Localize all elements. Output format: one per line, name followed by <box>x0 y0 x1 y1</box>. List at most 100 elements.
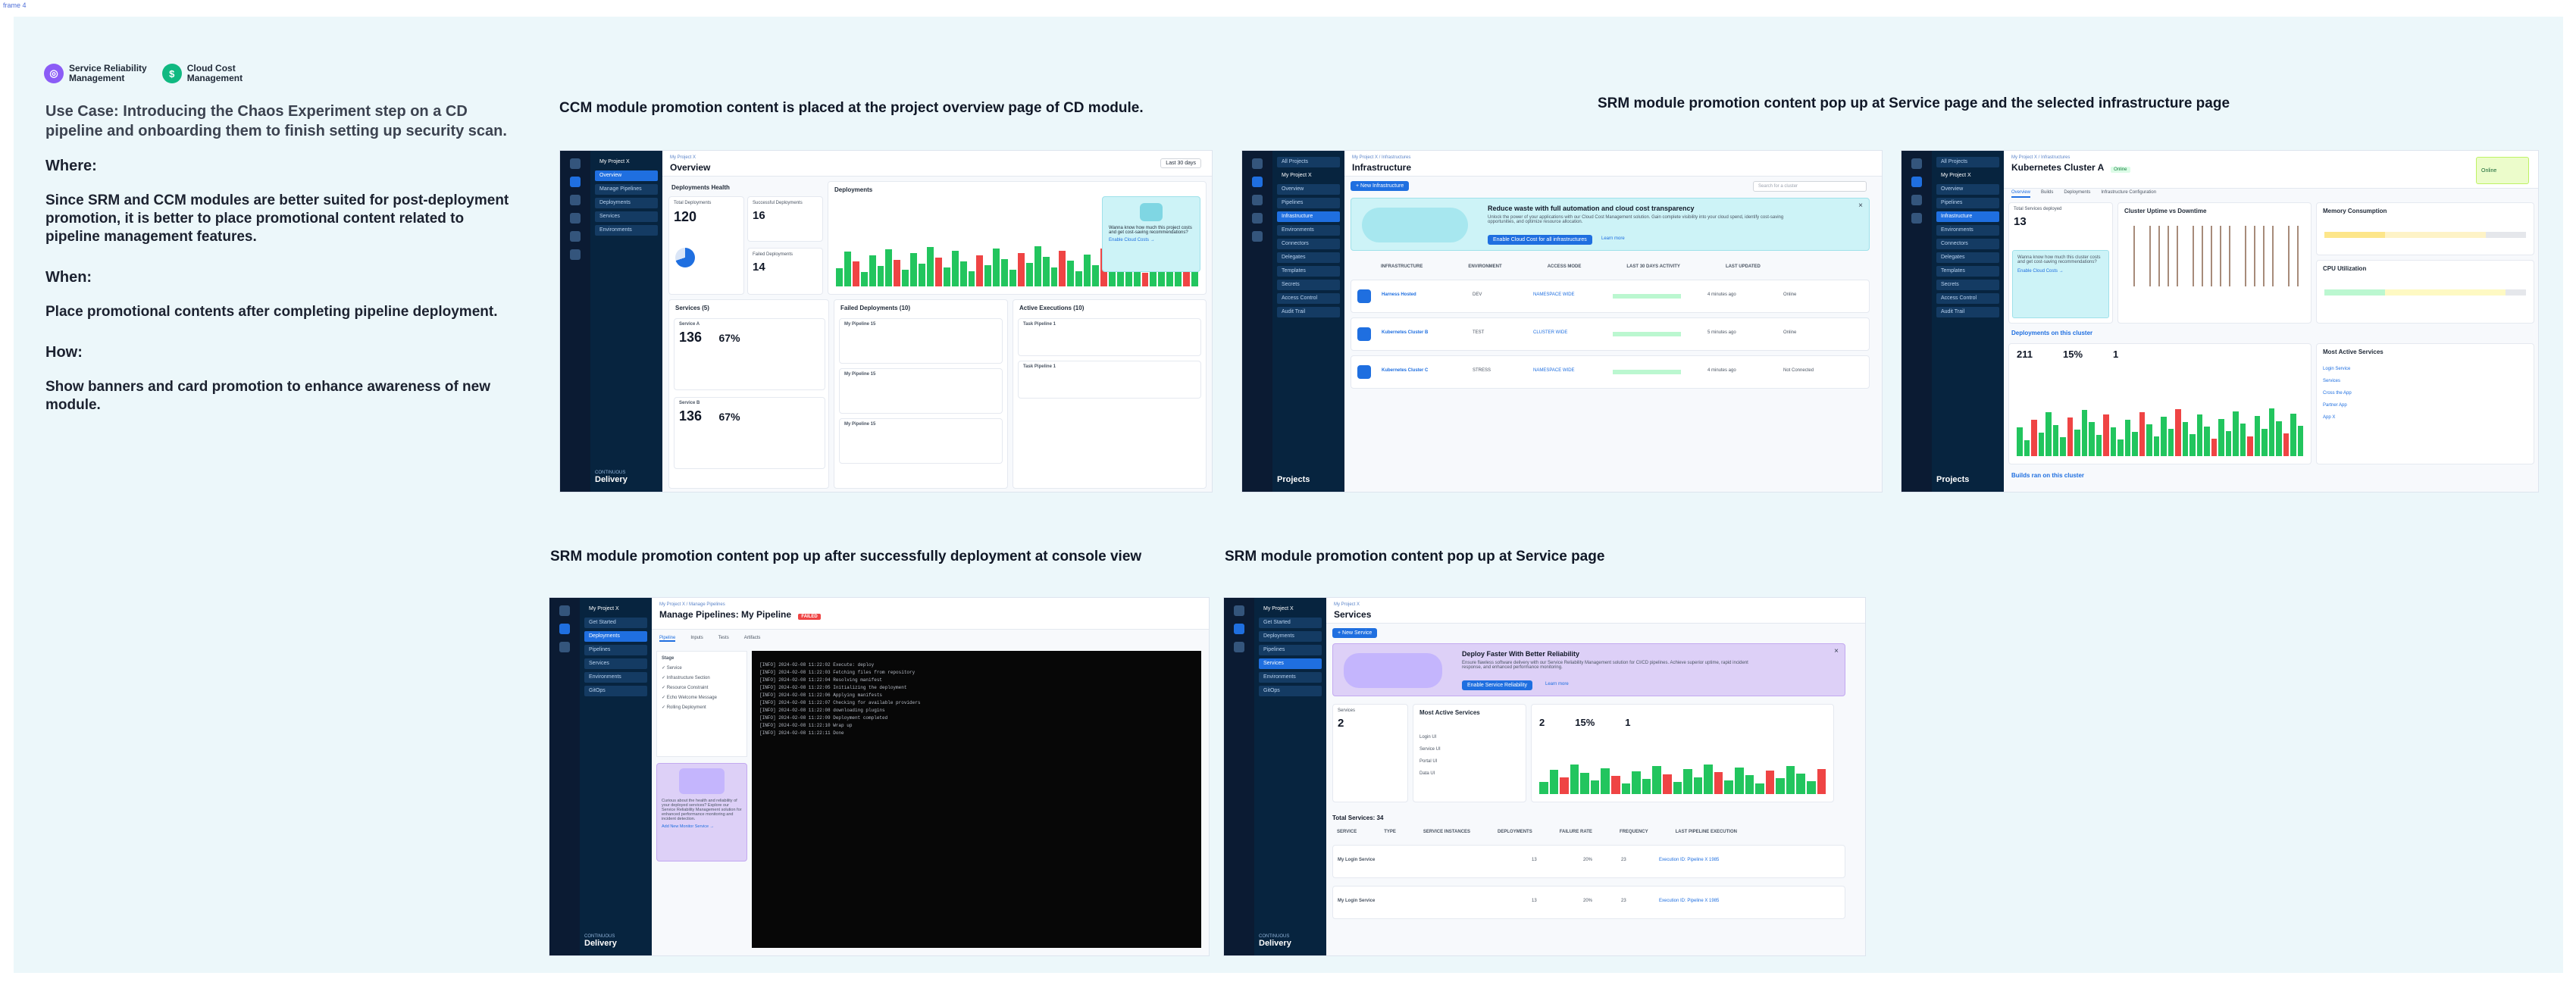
reliability-icon[interactable] <box>570 249 581 260</box>
enable-cloud-cost-button[interactable]: Enable Cloud Cost for all infrastructure… <box>1488 235 1592 245</box>
sidebar-item-services[interactable]: Services <box>1259 658 1322 669</box>
sidebar-item-environments[interactable]: Environments <box>595 225 658 236</box>
sidebar-item-secrets[interactable]: Secrets <box>1936 280 1999 290</box>
deployments-icon[interactable] <box>1911 195 1922 205</box>
breadcrumb[interactable]: My Project X / Infrastructures <box>2011 155 2531 160</box>
close-icon[interactable]: × <box>1858 202 1863 210</box>
tab-builds[interactable]: Builds <box>2041 190 2053 198</box>
service-last-exec[interactable]: Execution ID: Pipeline X 1985 <box>1659 899 1719 903</box>
sidebar-item-connectors[interactable]: Connectors <box>1277 239 1340 249</box>
projects-icon[interactable] <box>1911 177 1922 187</box>
failed-pipeline-item[interactable]: My Pipeline 15 <box>839 368 1003 414</box>
sidebar-item-all-projects[interactable]: All Projects <box>1936 157 1999 167</box>
failed-pipeline-item[interactable]: My Pipeline 15 <box>839 418 1003 464</box>
service-link[interactable]: Services <box>2323 379 2527 391</box>
sidebar-item-environments[interactable]: Environments <box>1259 672 1322 683</box>
project-selector[interactable]: My Project X <box>1936 170 1999 181</box>
execution-item[interactable]: Task Pipeline 1 <box>1018 318 1201 356</box>
enable-cloud-costs-link[interactable]: Enable Cloud Costs → <box>2017 269 2104 274</box>
search-input[interactable]: Search for a cluster <box>1753 181 1867 192</box>
service-link[interactable]: App X <box>2323 415 2527 427</box>
builds-icon[interactable] <box>1234 642 1244 652</box>
sidebar-item-audit-trail[interactable]: Audit Trail <box>1277 307 1340 317</box>
sidebar-item-audit-trail[interactable]: Audit Trail <box>1936 307 1999 317</box>
table-row[interactable]: Kubernetes Cluster C STRESS NAMESPACE WI… <box>1351 355 1870 389</box>
sidebar-item-all-projects[interactable]: All Projects <box>1277 157 1340 167</box>
step-item[interactable]: ✓ Echo Welcome Message <box>662 695 742 700</box>
project-selector[interactable]: My Project X <box>1259 604 1322 614</box>
console-log[interactable]: [INFO] 2024-02-08 11:22:02 Execute: depl… <box>752 651 1201 948</box>
deployments-icon[interactable] <box>570 177 581 187</box>
col-access-mode[interactable]: ACCESS MODE <box>1548 264 1582 275</box>
step-item[interactable]: ✓ Infrastructure Section <box>662 675 742 680</box>
table-row[interactable]: Kubernetes Cluster B TEST CLUSTER WIDE 5… <box>1351 317 1870 351</box>
col-infrastructure[interactable]: INFRASTRUCTURE <box>1381 264 1423 275</box>
sidebar-item-environments[interactable]: Environments <box>1277 225 1340 236</box>
sidebar-item-pipelines[interactable]: Pipelines <box>1259 645 1322 655</box>
sidebar-item-infrastructure[interactable]: Infrastructure <box>1277 211 1340 222</box>
builds-icon[interactable] <box>1252 213 1263 224</box>
service-a-card[interactable]: Service A 136 67% <box>674 318 825 390</box>
learn-more-link[interactable]: Learn more <box>1545 682 1569 686</box>
date-range-select[interactable]: Last 30 days <box>1160 158 1201 168</box>
col-last-updated[interactable]: LAST UPDATED <box>1726 264 1761 275</box>
deployments-icon[interactable] <box>559 624 570 634</box>
sidebar-item-delegates[interactable]: Delegates <box>1277 252 1340 263</box>
sidebar-item-connectors[interactable]: Connectors <box>1936 239 1999 249</box>
step-item[interactable]: ✓ Resource Constraint <box>662 685 742 690</box>
sidebar-item-access-control[interactable]: Access Control <box>1277 293 1340 304</box>
sidebar-item-delegates[interactable]: Delegates <box>1936 252 1999 263</box>
service-link[interactable]: Login Service <box>2323 367 2527 379</box>
service-link[interactable]: Cross the App <box>2323 391 2527 403</box>
tab-tests[interactable]: Tests <box>718 636 729 642</box>
breadcrumb[interactable]: My Project X / Infrastructures <box>1352 155 1874 160</box>
sidebar-item-deployments[interactable]: Deployments <box>584 631 647 642</box>
col-last-execution[interactable]: LAST PIPELINE EXECUTION <box>1676 830 1737 840</box>
sidebar-item-overview[interactable]: Overview <box>1277 184 1340 195</box>
sidebar-item-pipelines[interactable]: Pipelines <box>1277 198 1340 208</box>
enable-service-reliability-button[interactable]: Enable Service Reliability <box>1462 680 1532 690</box>
deployments-icon[interactable] <box>1234 624 1244 634</box>
execution-item[interactable]: Task Pipeline 1 <box>1018 361 1201 399</box>
tab-artifacts[interactable]: Artifacts <box>744 636 761 642</box>
home-icon[interactable] <box>1252 158 1263 169</box>
breadcrumb[interactable]: My Project X <box>670 155 1204 160</box>
cloud-costs-icon[interactable] <box>1252 231 1263 242</box>
service-item[interactable]: Portal UI <box>1419 759 1520 771</box>
projects-icon[interactable] <box>1252 177 1263 187</box>
sidebar-item-templates[interactable]: Templates <box>1936 266 1999 277</box>
col-frequency[interactable]: FREQUENCY <box>1620 830 1648 840</box>
table-row[interactable]: My Login Service 13 20% 23 Execution ID:… <box>1332 886 1845 919</box>
sidebar-item-services[interactable]: Services <box>595 211 658 222</box>
sidebar-item-services[interactable]: Services <box>584 658 647 669</box>
step-item[interactable]: ✓ Service <box>662 665 742 671</box>
sidebar-item-manage-pipelines[interactable]: Manage Pipelines <box>595 184 658 195</box>
add-monitor-link[interactable]: Add New Monitor Service → <box>662 824 742 829</box>
col-environment[interactable]: ENVIRONMENT <box>1468 264 1501 275</box>
sidebar-item-overview[interactable]: Overview <box>1936 184 1999 195</box>
service-last-exec[interactable]: Execution ID: Pipeline X 1985 <box>1659 858 1719 862</box>
sidebar-item-access-control[interactable]: Access Control <box>1936 293 1999 304</box>
table-row[interactable]: Harness Hosted DEV NAMESPACE WIDE 4 minu… <box>1351 280 1870 313</box>
breadcrumb[interactable]: My Project X / Manage Pipelines <box>659 602 1201 607</box>
enable-cloud-costs-link[interactable]: Enable Cloud Costs → <box>1109 238 1194 242</box>
col-failure-rate[interactable]: FAILURE RATE <box>1560 830 1592 840</box>
new-infrastructure-button[interactable]: + New Infrastructure <box>1351 181 1410 191</box>
tab-inputs[interactable]: Inputs <box>690 636 703 642</box>
new-service-button[interactable]: + New Service <box>1332 628 1378 638</box>
col-service[interactable]: SERVICE <box>1337 830 1357 840</box>
sidebar-item-templates[interactable]: Templates <box>1277 266 1340 277</box>
sidebar-item-deployments[interactable]: Deployments <box>1259 631 1322 642</box>
sidebar-item-get-started[interactable]: Get Started <box>1259 618 1322 628</box>
sidebar-item-secrets[interactable]: Secrets <box>1277 280 1340 290</box>
col-activity[interactable]: LAST 30 DAYS ACTIVITY <box>1626 264 1680 275</box>
project-selector[interactable]: My Project X <box>1277 170 1340 181</box>
home-icon[interactable] <box>559 605 570 616</box>
breadcrumb[interactable]: My Project X <box>1334 602 1858 607</box>
step-item[interactable]: ✓ Rolling Deployment <box>662 705 742 710</box>
learn-more-link[interactable]: Learn more <box>1601 236 1625 241</box>
sidebar-item-infrastructure[interactable]: Infrastructure <box>1936 211 1999 222</box>
tab-overview[interactable]: Overview <box>2011 190 2031 198</box>
close-icon[interactable]: × <box>1834 647 1839 655</box>
tab-deployments[interactable]: Deployments <box>2064 190 2090 198</box>
